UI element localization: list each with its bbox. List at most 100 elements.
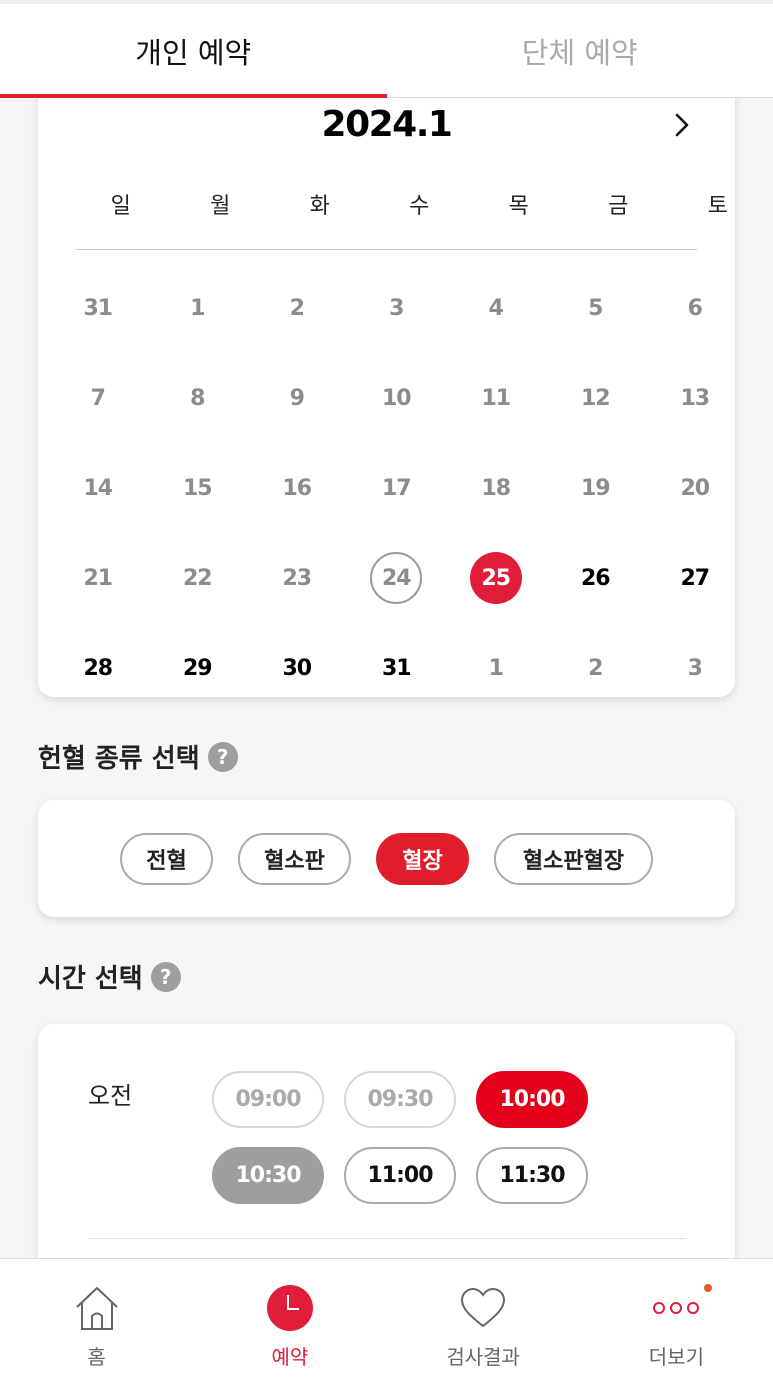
calendar-day-number: 2 bbox=[289, 295, 305, 321]
time-slot-grid: 09:00 09:30 10:00 10:30 11:00 11:30 bbox=[212, 1071, 588, 1204]
calendar-day[interactable]: 31 bbox=[347, 623, 447, 713]
calendar-day: 23 bbox=[247, 533, 347, 623]
time-divider bbox=[88, 1238, 686, 1239]
weekday-label: 토 bbox=[707, 194, 728, 219]
heart-icon bbox=[461, 1287, 506, 1328]
time-select-heading: 시간 선택 ? bbox=[38, 958, 181, 995]
calendar-day: 13 bbox=[645, 353, 745, 443]
calendar-day-number: 27 bbox=[680, 565, 710, 591]
calendar-day: 5 bbox=[546, 263, 646, 353]
calendar-day-number: 5 bbox=[588, 295, 603, 321]
calendar-day-number: 15 bbox=[182, 475, 213, 501]
calendar-day: 1 bbox=[446, 623, 546, 713]
calendar-days: 31 1 2 3 4 5 6 7 8 9 10 11 12 13 14 15 16 17 18 19 20 21 22 23 2… bbox=[48, 263, 745, 713]
help-icon[interactable]: ? bbox=[207, 741, 238, 772]
calendar-day: 15 bbox=[148, 443, 248, 533]
home-icon bbox=[75, 1287, 118, 1330]
tab-group-reservation[interactable]: 단체 예약 bbox=[387, 4, 773, 97]
calendar-day: 19 bbox=[546, 443, 646, 533]
calendar-day[interactable]: 30 bbox=[247, 623, 347, 713]
nav-label-test-results: 검사결과 bbox=[446, 1345, 520, 1369]
notification-badge bbox=[704, 1284, 713, 1292]
help-icon[interactable]: ? bbox=[150, 961, 181, 992]
calendar-day: 9 bbox=[247, 353, 347, 443]
calendar-day-number: 29 bbox=[182, 655, 213, 681]
weekday-label: 수 bbox=[409, 194, 430, 219]
calendar-header: 2024.1 bbox=[38, 102, 735, 146]
calendar-day: 21 bbox=[48, 533, 148, 623]
time-slot-button[interactable]: 10:00 bbox=[476, 1071, 588, 1128]
donation-type-card: 전혈 혈소판 혈장 혈소판혈장 bbox=[38, 800, 735, 917]
calendar-day-number: 11 bbox=[481, 385, 511, 411]
calendar-day: 6 bbox=[645, 263, 745, 353]
calendar-day[interactable]: 25 bbox=[446, 533, 546, 623]
donation-type-chip[interactable]: 혈장 bbox=[376, 832, 469, 885]
nav-item-test-results[interactable]: 검사결과 bbox=[387, 1259, 580, 1385]
nav-label-home: 홈 bbox=[87, 1345, 106, 1369]
time-slot-button: 10:30 bbox=[212, 1147, 324, 1204]
time-slot-button[interactable]: 11:00 bbox=[344, 1147, 456, 1204]
nav-item-home[interactable]: 홈 bbox=[0, 1259, 193, 1385]
calendar-day: 16 bbox=[247, 443, 347, 533]
calendar-day-number: 31 bbox=[83, 295, 113, 321]
calendar-day-number: 25 bbox=[469, 552, 522, 604]
more-icon bbox=[653, 1302, 700, 1314]
calendar-day[interactable]: 28 bbox=[48, 623, 148, 713]
weekday-label: 월 bbox=[210, 194, 231, 219]
calendar-day-number: 22 bbox=[182, 565, 213, 591]
calendar-day: 10 bbox=[347, 353, 447, 443]
calendar-day-number: 9 bbox=[289, 385, 305, 411]
calendar-day: 12 bbox=[546, 353, 646, 443]
calendar-day: 20 bbox=[645, 443, 745, 533]
calendar-day: 14 bbox=[48, 443, 148, 533]
calendar-card: 2024.1 일월화수목금토 31 1 2 3 4 5 6 7 8 9 10 11 12 13 14 15 16… bbox=[38, 60, 735, 697]
time-slot-button[interactable]: 11:30 bbox=[476, 1147, 588, 1204]
calendar-day-number: 1 bbox=[488, 655, 504, 681]
donation-type-chip[interactable]: 혈소판혈장 bbox=[494, 832, 653, 885]
calendar-day-number: 2 bbox=[588, 655, 603, 681]
calendar-day-number: 23 bbox=[282, 565, 312, 591]
calendar-day: 4 bbox=[446, 263, 546, 353]
tab-individual-reservation[interactable]: 개인 예약 bbox=[0, 4, 387, 98]
nav-label-reservation: 예약 bbox=[271, 1345, 309, 1369]
donation-type-heading: 헌혈 종류 선택 ? bbox=[38, 738, 238, 775]
calendar-day-number: 6 bbox=[687, 295, 703, 321]
period-label: 오전 bbox=[88, 1082, 133, 1110]
weekday-label: 금 bbox=[608, 194, 629, 219]
clock-icon bbox=[266, 1285, 313, 1331]
calendar-day: 7 bbox=[48, 353, 148, 443]
month-title: 2024.1 bbox=[321, 103, 453, 145]
donation-type-chip[interactable]: 전혈 bbox=[120, 832, 213, 885]
calendar-day: 3 bbox=[347, 263, 447, 353]
nav-label-more: 더보기 bbox=[648, 1345, 704, 1369]
time-slot-button: 09:00 bbox=[212, 1071, 324, 1128]
calendar-day-number: 7 bbox=[90, 385, 106, 411]
calendar-day-number: 17 bbox=[381, 475, 412, 501]
calendar-day-number: 31 bbox=[381, 655, 412, 681]
calendar-day[interactable]: 29 bbox=[148, 623, 248, 713]
calendar-day-number: 12 bbox=[580, 385, 611, 411]
calendar-day: 8 bbox=[148, 353, 248, 443]
calendar-day-number: 24 bbox=[370, 552, 423, 604]
calendar-day-number: 3 bbox=[687, 655, 703, 681]
calendar-day-number: 13 bbox=[680, 385, 710, 411]
next-month-button[interactable] bbox=[667, 110, 697, 140]
nav-item-more[interactable]: 더보기 bbox=[580, 1259, 773, 1385]
donation-type-chip[interactable]: 혈소판 bbox=[238, 832, 351, 885]
time-select-title: 시간 선택 bbox=[38, 964, 143, 994]
calendar-divider bbox=[76, 249, 697, 250]
calendar-day: 31 bbox=[48, 263, 148, 353]
calendar-day: 17 bbox=[347, 443, 447, 533]
weekday-header: 일월화수목금토 bbox=[71, 188, 735, 222]
calendar-day-number: 26 bbox=[580, 565, 611, 591]
calendar-day[interactable]: 27 bbox=[645, 533, 745, 623]
calendar-day-number: 10 bbox=[381, 385, 412, 411]
weekday-label: 일 bbox=[110, 194, 131, 219]
calendar-day-number: 1 bbox=[190, 295, 205, 321]
calendar-day: 18 bbox=[446, 443, 546, 533]
calendar-day: 22 bbox=[148, 533, 248, 623]
nav-item-reservation[interactable]: 예약 bbox=[193, 1259, 386, 1385]
calendar-day: 2 bbox=[247, 263, 347, 353]
calendar-day[interactable]: 26 bbox=[546, 533, 646, 623]
calendar-day-number: 8 bbox=[190, 385, 205, 411]
